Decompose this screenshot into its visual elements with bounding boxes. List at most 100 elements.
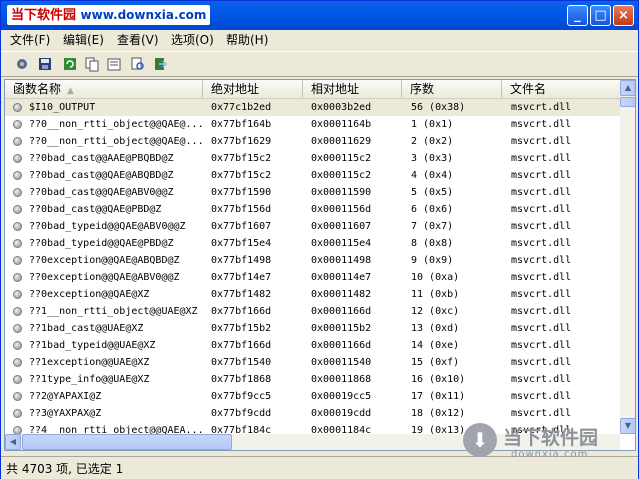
export-function-icon — [13, 120, 22, 129]
table-row[interactable]: ??0exception@@QAE@ABV0@@Z 0x77bf14e7 0x000… — [5, 269, 620, 286]
column-header-relative-address[interactable]: 相对地址 — [303, 80, 402, 98]
row-ordinal: 1 (0x1) — [411, 119, 454, 130]
export-function-icon — [13, 324, 22, 333]
table-row[interactable]: ??1type_info@@UAE@XZ 0x77bf1868 0x00011868… — [5, 371, 620, 388]
row-absolute-address: 0x77bf166d — [211, 340, 272, 351]
row-relative-address: 0x0001166d — [311, 306, 372, 317]
row-absolute-address: 0x77c1b2ed — [211, 102, 272, 113]
vertical-scroll-thumb[interactable] — [620, 97, 635, 107]
row-file-name: msvcrt.dll — [511, 255, 572, 266]
row-function-name: ??0__non_rtti_object@@QAE@... — [29, 119, 204, 130]
table-row[interactable]: ??0bad_cast@@QAE@ABQBD@Z 0x77bf15c2 0x0001… — [5, 167, 620, 184]
row-file-name: msvcrt.dll — [511, 374, 572, 385]
minimize-button[interactable]: _ — [567, 5, 588, 26]
row-absolute-address: 0x77bf1498 — [211, 255, 272, 266]
table-row[interactable]: ??0bad_cast@@AAE@PBQBD@Z 0x77bf15c2 0x0001… — [5, 150, 620, 167]
table-row[interactable]: ??3@YAXPAX@Z 0x77bf9cdd 0x00019cdd 18 (0x12… — [5, 405, 620, 422]
row-function-name: ??0exception@@QAE@ABQBD@Z — [29, 255, 180, 266]
table-row[interactable]: ??1bad_typeid@@UAE@XZ 0x77bf166d 0x0001166… — [5, 337, 620, 354]
horizontal-scroll-thumb[interactable] — [22, 434, 232, 450]
row-relative-address: 0x00011607 — [311, 221, 372, 232]
export-function-icon — [13, 103, 22, 112]
export-function-icon — [13, 256, 22, 265]
title-bar[interactable]: 当下软件园 www.downxia.com _ □ × — [1, 1, 638, 30]
table-row[interactable]: ??1exception@@UAE@XZ 0x77bf1540 0x00011540… — [5, 354, 620, 371]
exit-icon[interactable] — [151, 55, 169, 73]
toolbar — [1, 51, 638, 77]
row-relative-address: 0x00011498 — [311, 255, 372, 266]
app-window: 当下软件园 www.downxia.com _ □ × 文件(F) 编辑(E) … — [0, 0, 639, 479]
row-file-name: msvcrt.dll — [511, 323, 572, 334]
save-icon[interactable] — [36, 55, 54, 73]
watermark-subtitle: downxia.com — [511, 449, 589, 460]
column-header-file-name[interactable]: 文件名 — [502, 80, 620, 98]
row-relative-address: 0x0001156d — [311, 204, 372, 215]
table-row[interactable]: ??0bad_typeid@@QAE@PBD@Z 0x77bf15e4 0x0001… — [5, 235, 620, 252]
row-file-name: msvcrt.dll — [511, 306, 572, 317]
row-absolute-address: 0x77bf1607 — [211, 221, 272, 232]
row-function-name: ??1type_info@@UAE@XZ — [29, 374, 150, 385]
row-function-name: ??3@YAXPAX@Z — [29, 408, 102, 419]
table-row[interactable]: ??0exception@@QAE@ABQBD@Z 0x77bf1498 0x000… — [5, 252, 620, 269]
menu-edit[interactable]: 编辑(E) — [63, 32, 104, 48]
row-relative-address: 0x00011482 — [311, 289, 372, 300]
column-header-absolute-address[interactable]: 绝对地址 — [203, 80, 303, 98]
scroll-left-icon[interactable]: ◀ — [5, 434, 21, 450]
table-row[interactable]: ??0bad_cast@@QAE@PBD@Z 0x77bf156d 0x000115… — [5, 201, 620, 218]
row-relative-address: 0x00019cdd — [311, 408, 372, 419]
row-ordinal: 14 (0xe) — [411, 340, 460, 351]
copy-icon[interactable] — [83, 55, 101, 73]
menu-file[interactable]: 文件(F) — [10, 32, 50, 48]
table-row[interactable]: $I10_OUTPUT 0x77c1b2ed 0x0003b2ed 56 (0x38)… — [5, 99, 620, 116]
table-row[interactable]: ??0__non_rtti_object@@QAE@... 0x77bf164b 0… — [5, 116, 620, 133]
table-row[interactable]: ??1bad_cast@@UAE@XZ 0x77bf15b2 0x000115b2 1… — [5, 320, 620, 337]
row-ordinal: 6 (0x6) — [411, 204, 454, 215]
row-relative-address: 0x000115e4 — [311, 238, 372, 249]
menu-options[interactable]: 选项(O) — [171, 32, 214, 48]
row-ordinal: 13 (0xd) — [411, 323, 460, 334]
row-function-name: ??0bad_cast@@QAE@ABQBD@Z — [29, 170, 174, 181]
export-function-icon — [13, 341, 22, 350]
menu-view[interactable]: 查看(V) — [117, 32, 159, 48]
table-row[interactable]: ??0bad_typeid@@QAE@ABV0@@Z 0x77bf1607 0x00… — [5, 218, 620, 235]
row-function-name: ??0__non_rtti_object@@QAE@... — [29, 136, 204, 147]
exports-list[interactable]: 函数名称 ▲ 绝对地址 相对地址 序数 文件名 $I10_OUTPUT 0x77c1… — [4, 79, 636, 451]
row-relative-address: 0x000115c2 — [311, 170, 372, 181]
row-relative-address: 0x000114e7 — [311, 272, 372, 283]
download-logo-icon: ⬇ — [463, 423, 497, 457]
row-ordinal: 4 (0x4) — [411, 170, 454, 181]
maximize-button[interactable]: □ — [590, 5, 611, 26]
row-relative-address: 0x0003b2ed — [311, 102, 372, 113]
table-row[interactable]: ??0bad_cast@@QAE@ABV0@@Z 0x77bf1590 0x0001… — [5, 184, 620, 201]
vertical-scrollbar[interactable]: ▲ ▼ — [620, 80, 635, 434]
column-header-function-name[interactable]: 函数名称 ▲ — [5, 80, 203, 98]
find-icon[interactable] — [129, 55, 147, 73]
export-function-icon — [13, 273, 22, 282]
table-row[interactable]: ??0exception@@QAE@XZ 0x77bf1482 0x00011482… — [5, 286, 620, 303]
row-function-name: ??1exception@@UAE@XZ — [29, 357, 150, 368]
refresh-icon[interactable] — [61, 55, 79, 73]
table-row[interactable]: ??1__non_rtti_object@@UAE@XZ 0x77bf166d 0x… — [5, 303, 620, 320]
row-file-name: msvcrt.dll — [511, 238, 572, 249]
hash-options-icon[interactable] — [13, 55, 31, 73]
list-header: 函数名称 ▲ 绝对地址 相对地址 序数 文件名 — [5, 80, 620, 99]
row-relative-address: 0x000115c2 — [311, 153, 372, 164]
table-row[interactable]: ??2@YAPAXI@Z 0x77bf9cc5 0x00019cc5 17 (0x11… — [5, 388, 620, 405]
export-function-icon — [13, 375, 22, 384]
row-file-name: msvcrt.dll — [511, 408, 572, 419]
row-file-name: msvcrt.dll — [511, 119, 572, 130]
menu-bar: 文件(F) 编辑(E) 查看(V) 选项(O) 帮助(H) — [1, 30, 638, 50]
row-absolute-address: 0x77bf1540 — [211, 357, 272, 368]
row-file-name: msvcrt.dll — [511, 153, 572, 164]
scroll-up-icon[interactable]: ▲ — [620, 80, 635, 96]
table-row[interactable]: ??0__non_rtti_object@@QAE@... 0x77bf1629 0… — [5, 133, 620, 150]
menu-help[interactable]: 帮助(H) — [226, 32, 268, 48]
row-function-name: ??2@YAPAXI@Z — [29, 391, 102, 402]
properties-icon[interactable] — [105, 55, 123, 73]
window-title: 当下软件园 www.downxia.com — [7, 5, 211, 25]
row-file-name: msvcrt.dll — [511, 340, 572, 351]
row-absolute-address: 0x77bf1482 — [211, 289, 272, 300]
column-header-ordinal[interactable]: 序数 — [402, 80, 502, 98]
row-ordinal: 11 (0xb) — [411, 289, 460, 300]
close-button[interactable]: × — [613, 5, 634, 26]
